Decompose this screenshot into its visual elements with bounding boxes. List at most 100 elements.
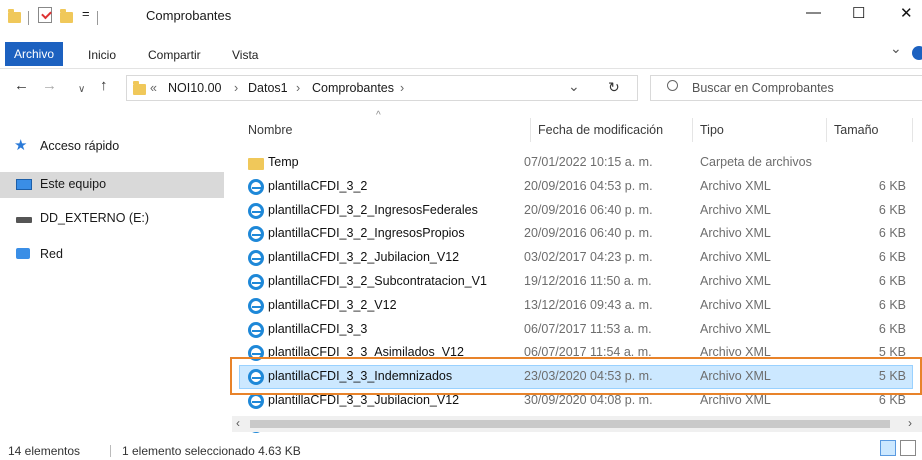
sidebar-item-acceso-rapido[interactable]: ★ Acceso rápido <box>0 134 224 160</box>
scrollbar-thumb[interactable] <box>250 420 890 428</box>
close-button[interactable]: ✕ <box>900 4 913 22</box>
file-name: Temp <box>268 155 299 169</box>
file-row[interactable]: Temp 07/01/2022 10:15 a. m. Carpeta de arc… <box>240 152 912 174</box>
breadcrumb-comprobantes[interactable]: Comprobantes <box>312 81 394 95</box>
folder-icon <box>248 158 264 170</box>
ribbon-expand-button[interactable]: ⌄ <box>890 40 902 57</box>
column-header-tamano[interactable]: Tamaño <box>834 123 878 137</box>
file-name: plantillaCFDI_3_2_Subcontratacion_V1 <box>268 274 487 288</box>
details-view-icon[interactable] <box>880 440 896 456</box>
breadcrumb-noi[interactable]: NOI10.00 <box>168 81 222 95</box>
file-type: Archivo XML <box>700 226 771 241</box>
file-row[interactable]: plantillaCFDI_3_3_Indemnizados 23/03/2020… <box>239 365 913 390</box>
sidebar-item-red[interactable]: Red <box>0 242 224 268</box>
file-name: plantillaCFDI_3_3_Jubilacion_V12 <box>268 393 460 407</box>
large-icons-view-icon[interactable] <box>900 440 916 456</box>
file-row[interactable]: plantillaCFDI_3_2_Jubilacion_V12 03/02/20… <box>240 247 912 269</box>
new-folder-icon[interactable] <box>60 9 73 23</box>
properties-icon[interactable] <box>38 7 52 23</box>
refresh-icon[interactable]: ↻ <box>608 79 620 96</box>
file-date: 07/01/2022 10:15 a. m. <box>524 155 653 169</box>
file-date: 20/09/2016 04:53 p. m. <box>524 178 653 193</box>
file-size: 6 KB <box>878 226 906 241</box>
minimize-button[interactable]: — <box>806 4 821 21</box>
sidebar-item-dd-externo[interactable]: DD_EXTERNO (E:) <box>0 206 224 232</box>
file-name: plantillaCFDI_3_2_V12 <box>268 297 397 312</box>
column-header-fecha[interactable]: Fecha de modificación <box>538 123 663 137</box>
xml-file-icon <box>248 250 264 267</box>
quick-access-dropdown[interactable]: = <box>82 6 90 21</box>
file-row[interactable]: plantillaCFDI_3_2_IngresosPropios 20/09/2… <box>240 223 912 245</box>
file-type: Archivo XML <box>700 321 771 336</box>
tab-archivo[interactable]: Archivo <box>5 42 63 66</box>
tab-vista[interactable]: Vista <box>232 48 258 62</box>
file-row[interactable]: plantillaCFDI_3_3_Asimilados_V12 06/07/20… <box>240 342 912 364</box>
sidebar-item-este-equipo[interactable]: Este equipo <box>0 172 224 198</box>
breadcrumb-datos1[interactable]: Datos1 <box>248 81 288 95</box>
xml-file-icon <box>248 345 264 362</box>
file-row[interactable]: plantillaCFDI_3_2_Subcontratacion_V1 19/1… <box>240 271 912 293</box>
breadcrumb-overflow[interactable]: « <box>150 81 157 95</box>
file-date: 06/07/2017 11:54 a. m. <box>524 345 652 360</box>
file-date: 13/12/2016 09:43 a. m. <box>524 297 653 312</box>
column-header-tipo[interactable]: Tipo <box>700 123 724 137</box>
xml-file-icon <box>248 226 264 243</box>
file-name: plantillaCFDI_3_2_IngresosFederales <box>268 202 478 217</box>
recent-locations-icon[interactable]: ∨ <box>78 84 85 95</box>
file-size: 5 KB <box>878 369 906 384</box>
file-name: plantillaCFDI_3_2_Jubilacion_V12 <box>268 250 460 265</box>
sidebar-item-label: DD_EXTERNO (E:) <box>40 211 150 225</box>
selection-info: 1 elemento seleccionado 4.63 KB <box>122 444 301 458</box>
file-date: 20/09/2016 06:40 p. m. <box>524 202 653 217</box>
file-size: 6 KB <box>878 178 906 193</box>
back-icon[interactable]: ← <box>14 77 29 94</box>
sidebar-item-label: Acceso rápido <box>40 139 120 153</box>
up-icon[interactable]: ↑ <box>100 77 108 94</box>
column-header-nombre[interactable]: Nombre <box>248 123 292 137</box>
file-row[interactable]: plantillaCFDI_3_3_Jubilacion_V12 30/09/20… <box>240 390 912 412</box>
breadcrumb-separator[interactable]: › <box>400 81 404 95</box>
file-size: 6 KB <box>878 274 906 288</box>
breadcrumb-separator[interactable]: › <box>296 81 300 95</box>
window-title: Comprobantes <box>146 8 232 23</box>
file-date: 06/07/2017 11:53 a. m. <box>524 321 652 336</box>
sidebar-item-label: Red <box>40 247 63 261</box>
maximize-button[interactable]: ☐ <box>852 4 865 22</box>
xml-file-icon <box>248 393 264 409</box>
scroll-right-icon[interactable]: › <box>908 416 912 430</box>
breadcrumb-separator[interactable]: › <box>234 81 238 95</box>
sort-ascending-icon: ^ <box>376 110 381 121</box>
file-row[interactable]: plantillaCFDI_3_2_V12 13/12/2016 09:43 a.… <box>240 295 912 317</box>
file-size: 6 KB <box>878 250 906 265</box>
file-name: plantillaCFDI_3_2_IngresosPropios <box>268 226 465 241</box>
help-icon[interactable] <box>912 46 922 60</box>
item-count: 14 elementos <box>8 444 81 458</box>
folder-icon <box>8 9 21 23</box>
file-row[interactable]: plantillaCFDI_3_3 06/07/2017 11:53 a. m. A… <box>240 319 912 341</box>
xml-file-icon <box>248 321 264 338</box>
search-input[interactable]: Buscar en Comprobantes <box>692 81 834 95</box>
file-name: plantillaCFDI_3_2 <box>268 178 368 193</box>
xml-file-icon <box>248 178 264 195</box>
file-date: 19/12/2016 11:50 a. m. <box>524 274 652 288</box>
sidebar-item-label: Este equipo <box>40 177 107 191</box>
horizontal-scrollbar[interactable]: ‹ › <box>232 416 922 432</box>
file-type: Archivo XML <box>700 369 771 384</box>
file-size: 6 KB <box>878 393 906 407</box>
ribbon <box>0 36 922 69</box>
file-type: Archivo XML <box>700 250 771 265</box>
file-row[interactable]: plantillaCFDI_3_2_IngresosFederales 20/09… <box>240 200 912 222</box>
address-dropdown-icon[interactable]: ⌄ <box>568 78 580 95</box>
file-type: Archivo XML <box>700 393 771 407</box>
file-date: 03/02/2017 04:23 p. m. <box>524 250 653 265</box>
file-name: plantillaCFDI_3_3_Asimilados_V12 <box>268 345 464 360</box>
file-size: 6 KB <box>878 297 906 312</box>
file-row[interactable]: plantillaCFDI_3_2 20/09/2016 04:53 p. m. A… <box>240 176 912 198</box>
tab-inicio[interactable]: Inicio <box>88 48 116 62</box>
file-date: 30/09/2020 04:08 p. m. <box>524 393 653 407</box>
scroll-left-icon[interactable]: ‹ <box>236 416 240 430</box>
tab-compartir[interactable]: Compartir <box>148 48 201 62</box>
drive-icon <box>16 217 32 223</box>
forward-icon[interactable]: → <box>42 77 57 94</box>
file-type: Archivo XML <box>700 345 771 360</box>
